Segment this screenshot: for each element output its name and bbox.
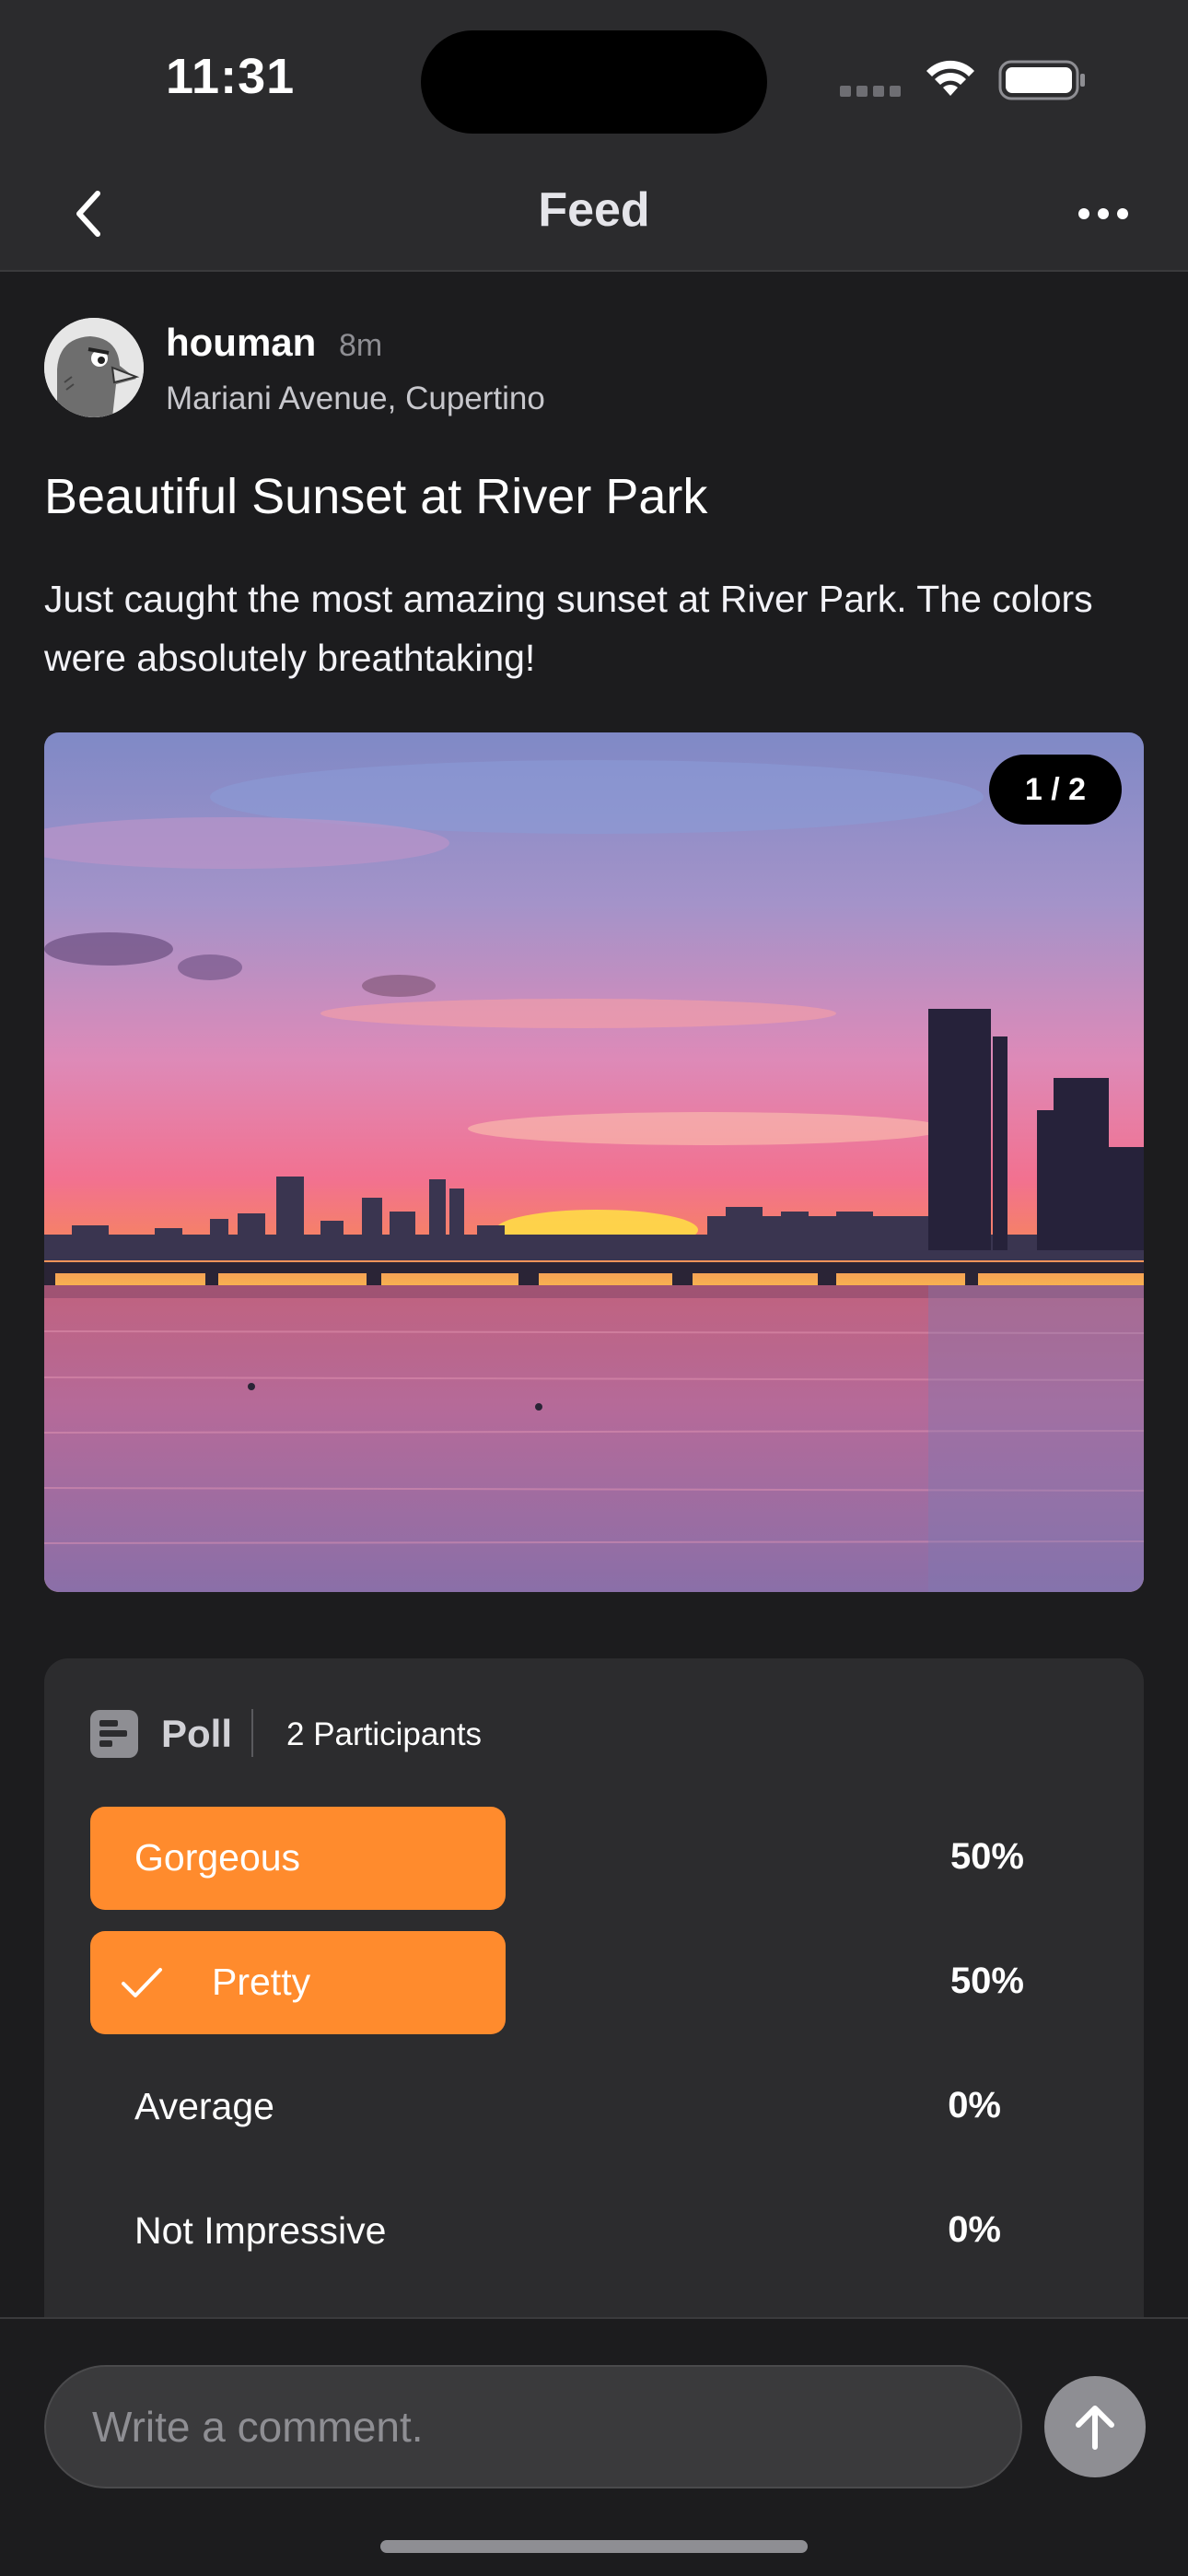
page-title: Feed [538,183,650,237]
send-button[interactable] [1044,2376,1146,2477]
home-indicator[interactable] [380,2540,808,2553]
more-button[interactable] [1068,181,1138,247]
poll-option-average[interactable]: Average 0% [90,2055,1098,2159]
poll-card: Poll 2 Participants Gorgeous 50% Pretty … [44,1658,1144,2359]
post-timestamp: 8m [339,328,383,363]
pigeon-avatar-icon [44,318,144,417]
post-body: Just caught the most amazing sunset at R… [44,578,1093,679]
wifi-icon [926,60,974,96]
poll-option-not-impressive[interactable]: Not Impressive 0% [90,2180,1098,2283]
poll-icon [90,1710,138,1758]
avatar[interactable] [44,318,144,417]
chevron-left-icon [76,191,100,237]
post-location: Mariani Avenue, Cupertino [166,381,545,416]
check-icon [122,1968,162,1997]
poll-option-percent: 50% [949,1961,1024,2001]
dynamic-island [421,30,767,134]
poll-label: Poll [161,1712,233,1755]
post-photo[interactable]: 1 / 2 [44,732,1144,1592]
poll-option-label: Average [134,2085,274,2127]
comment-input[interactable] [44,2365,1022,2488]
nav-bar: Feed [0,157,1188,272]
arrow-up-icon [1076,2406,1114,2450]
status-time: 11:31 [166,49,296,104]
poll-option-pretty[interactable]: Pretty 50% [90,1931,1098,2034]
comment-bar [0,2317,1188,2576]
poll-option-percent: 0% [948,2209,1001,2250]
poll-option-percent: 50% [949,1836,1024,1877]
cellular-signal-icon [840,85,906,101]
poll-option-label: Pretty [212,1961,311,2003]
post-title: Beautiful Sunset at River Park [44,469,708,524]
author-name[interactable]: houman [166,321,316,365]
sunset-river-photo [44,732,1144,1592]
ellipsis-icon [1078,208,1089,219]
poll-option-gorgeous[interactable]: Gorgeous 50% [90,1807,1098,1910]
battery-icon [998,60,1085,100]
status-bar: 11:31 [0,0,1188,157]
poll-participants: 2 Participants [286,1716,483,1752]
photo-page-indicator: 1 / 2 [989,755,1122,825]
back-button[interactable] [55,181,122,247]
poll-divider [251,1709,253,1757]
poll-option-percent: 0% [948,2085,1001,2125]
poll-option-label: Gorgeous [134,1836,301,1879]
poll-option-label: Not Impressive [134,2209,387,2252]
